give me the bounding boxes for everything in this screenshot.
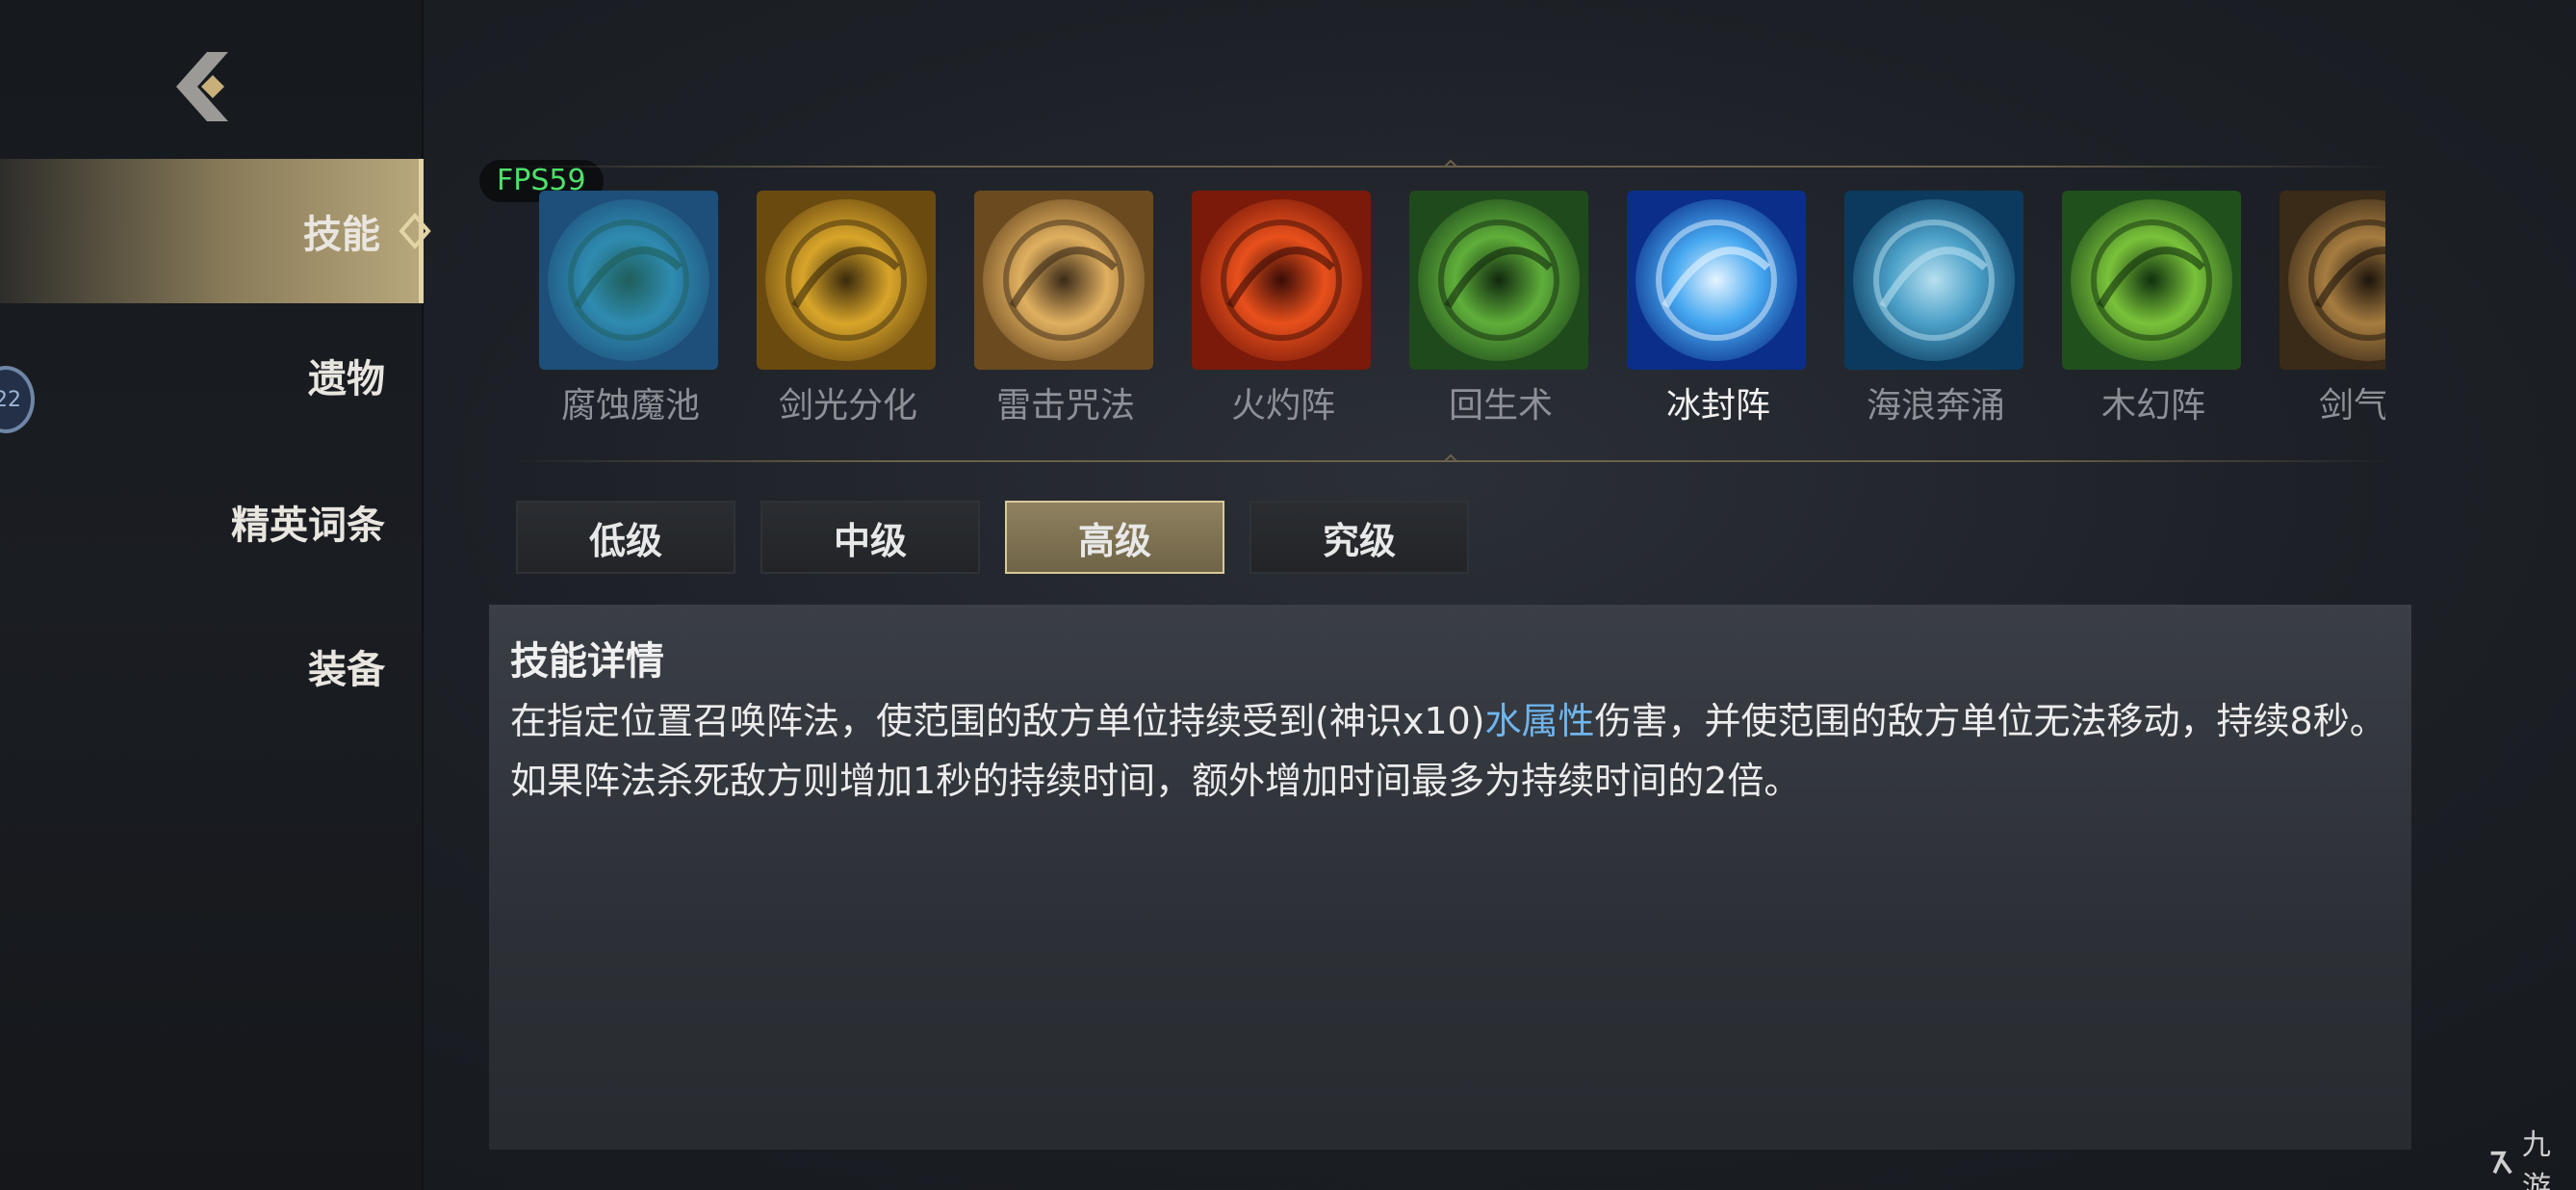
back-button[interactable] bbox=[164, 48, 241, 125]
ornament-icon bbox=[1422, 453, 1480, 462]
skill-label: 剑气诀 bbox=[2318, 386, 2385, 426]
skill-detail-panel: 技能详情 在指定位置召唤阵法，使范围的敌方单位持续受到(神识x10)水属性伤害，… bbox=[489, 605, 2411, 1150]
skill-item[interactable]: 剑气诀 bbox=[2280, 191, 2385, 427]
left-sidebar: 技能 遗物 精英词条 装备 22 bbox=[0, 0, 431, 1190]
skill-item[interactable]: 回生术 bbox=[1409, 191, 1592, 427]
skill-label: 剑光分化 bbox=[778, 386, 917, 426]
watermark: 九游 bbox=[2486, 1128, 2576, 1190]
top-divider bbox=[510, 159, 2392, 168]
skill-icon bbox=[539, 191, 718, 370]
ornament-icon bbox=[1422, 159, 1480, 168]
tab-mid-tier[interactable]: 中级 bbox=[760, 501, 980, 574]
logo-icon bbox=[2490, 1151, 2512, 1175]
skill-icon bbox=[1409, 191, 1588, 370]
skill-label: 腐蚀魔池 bbox=[560, 386, 700, 426]
description-text: 在指定位置召唤阵法，使范围的敌方单位持续受到(神识x10) bbox=[510, 700, 1485, 742]
back-arrow-icon bbox=[176, 52, 228, 121]
skill-label: 冰封阵 bbox=[1665, 386, 1770, 426]
sidebar-item-equipment[interactable]: 装备 bbox=[0, 594, 424, 738]
detail-description: 在指定位置召唤阵法，使范围的敌方单位持续受到(神识x10)水属性伤害，并使范围的… bbox=[510, 691, 2387, 811]
sidebar-item-skills[interactable]: 技能 bbox=[0, 159, 431, 303]
skill-label: 雷击咒法 bbox=[995, 386, 1135, 426]
skill-label: 木幻阵 bbox=[2100, 386, 2205, 426]
skill-icon bbox=[1192, 191, 1371, 370]
skill-item[interactable]: 海浪奔涌 bbox=[1844, 191, 2027, 427]
badge-number: 22 bbox=[0, 387, 21, 412]
skill-item[interactable]: 木幻阵 bbox=[2062, 191, 2245, 427]
skill-icon bbox=[1627, 191, 1806, 370]
tab-high-tier[interactable]: 高级 bbox=[1005, 501, 1224, 574]
skill-icon bbox=[757, 191, 936, 370]
skill-icon bbox=[974, 191, 1153, 370]
tab-ultimate-tier[interactable]: 究级 bbox=[1249, 501, 1469, 574]
skill-icon bbox=[2280, 191, 2385, 370]
tab-low-tier[interactable]: 低级 bbox=[516, 501, 735, 574]
skill-item[interactable]: 火灼阵 bbox=[1192, 191, 1375, 427]
sidebar-item-label: 技能 bbox=[303, 213, 380, 257]
detail-title: 技能详情 bbox=[510, 639, 664, 684]
skill-list[interactable]: 腐蚀魔池 剑光分化 雷击咒法 火灼阵 回生术 冰封阵 海浪奔涌 木幻阵 剑气诀 bbox=[539, 191, 2385, 431]
skill-item[interactable]: 冰封阵 bbox=[1627, 191, 1810, 427]
skill-item[interactable]: 雷击咒法 bbox=[974, 191, 1157, 427]
sidebar-item-relics[interactable]: 遗物 bbox=[0, 303, 424, 448]
skill-icon bbox=[2062, 191, 2241, 370]
skill-icon bbox=[1844, 191, 2023, 370]
skill-label: 海浪奔涌 bbox=[1866, 386, 2005, 426]
skill-item[interactable]: 腐蚀魔池 bbox=[539, 191, 722, 427]
sidebar-item-label: 装备 bbox=[308, 648, 385, 692]
sidebar-item-elite-affixes[interactable]: 精英词条 bbox=[0, 450, 424, 594]
active-indicator-icon bbox=[399, 212, 431, 250]
watermark-text: 九游 bbox=[2521, 1128, 2551, 1190]
attribute-highlight: 水属性 bbox=[1484, 700, 1595, 742]
skill-item[interactable]: 剑光分化 bbox=[757, 191, 940, 427]
sidebar-item-label: 精英词条 bbox=[231, 504, 385, 548]
skill-label: 火灼阵 bbox=[1230, 386, 1335, 426]
skill-label: 回生术 bbox=[1448, 386, 1553, 426]
sidebar-item-label: 遗物 bbox=[308, 357, 385, 401]
bottom-divider bbox=[510, 453, 2392, 462]
